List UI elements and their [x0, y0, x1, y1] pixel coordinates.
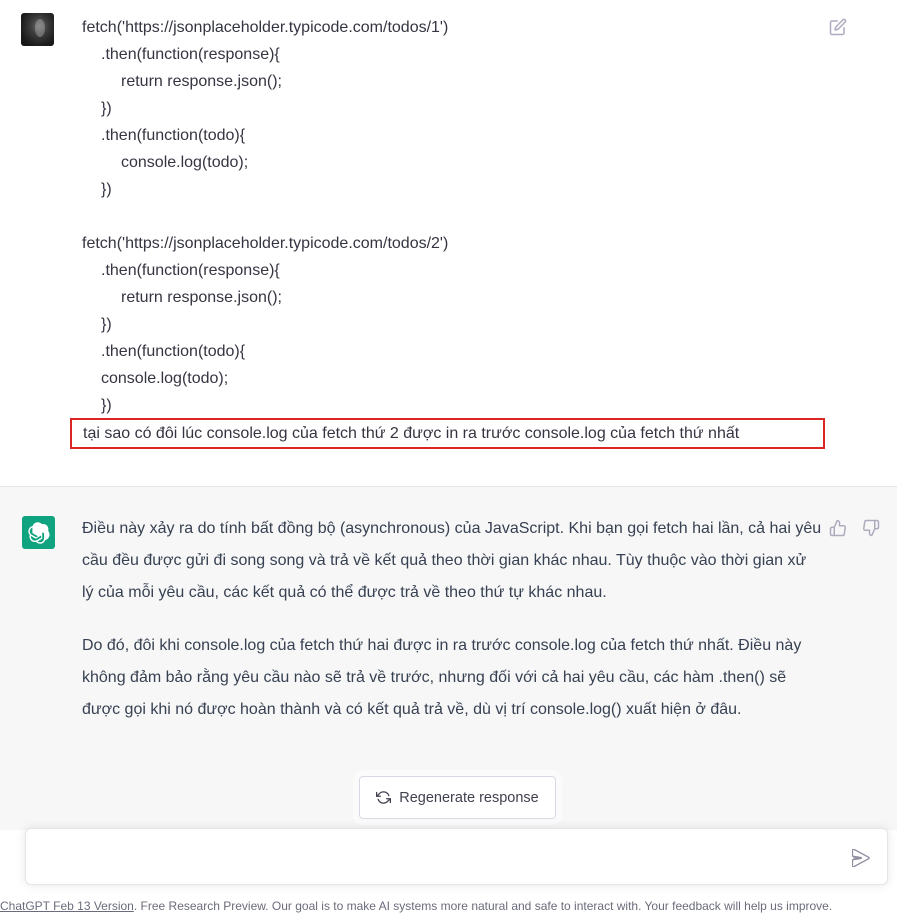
regenerate-label: Regenerate response: [399, 789, 539, 806]
code-line: .then(function(todo){: [101, 343, 246, 360]
chat-page: fetch('https://jsonplaceholder.typicode.…: [0, 0, 897, 914]
code-line: console.log(todo);: [121, 154, 249, 171]
send-icon[interactable]: [852, 849, 870, 867]
code-line: fetch('https://jsonplaceholder.typicode.…: [82, 19, 449, 36]
code-line: console.log(todo);: [101, 370, 229, 387]
code-line: .then(function(response){: [101, 262, 280, 279]
highlighted-question: tại sao có đôi lúc console.log của fetch…: [70, 418, 825, 449]
version-link[interactable]: ChatGPT Feb 13 Version: [0, 899, 134, 913]
code-line: fetch('https://jsonplaceholder.typicode.…: [82, 235, 449, 252]
prompt-input[interactable]: [40, 843, 830, 871]
code-line: .then(function(response){: [101, 46, 280, 63]
refresh-icon: [376, 791, 392, 804]
edit-icon[interactable]: [829, 18, 847, 36]
prompt-box: [25, 828, 888, 885]
user-avatar: [21, 13, 54, 46]
thumbs-up-icon[interactable]: [829, 519, 847, 537]
answer-paragraph: Điều này xảy ra do tính bất đồng bộ (asy…: [82, 520, 822, 601]
code-line: .then(function(todo){: [101, 127, 246, 144]
regenerate-response-button[interactable]: Regenerate response: [359, 776, 556, 819]
openai-logo-icon: [22, 516, 55, 549]
assistant-answer: Điều này xảy ra do tính bất đồng bộ (asy…: [82, 513, 822, 747]
user-message-code: fetch('https://jsonplaceholder.typicode.…: [82, 14, 822, 419]
answer-paragraph: Do đó, đôi khi console.log của fetch thứ…: [82, 637, 802, 718]
code-line: }): [101, 181, 112, 198]
code-line: return response.json();: [121, 73, 282, 90]
code-line: }): [101, 100, 112, 117]
footer-disclaimer: ChatGPT Feb 13 Version. Free Research Pr…: [0, 899, 897, 914]
code-line: }): [101, 397, 112, 414]
code-line: return response.json();: [121, 289, 282, 306]
user-message: fetch('https://jsonplaceholder.typicode.…: [0, 0, 897, 486]
thumbs-down-icon[interactable]: [862, 519, 880, 537]
footer-text: . Free Research Preview. Our goal is to …: [133, 899, 833, 913]
code-line: }): [101, 316, 112, 333]
